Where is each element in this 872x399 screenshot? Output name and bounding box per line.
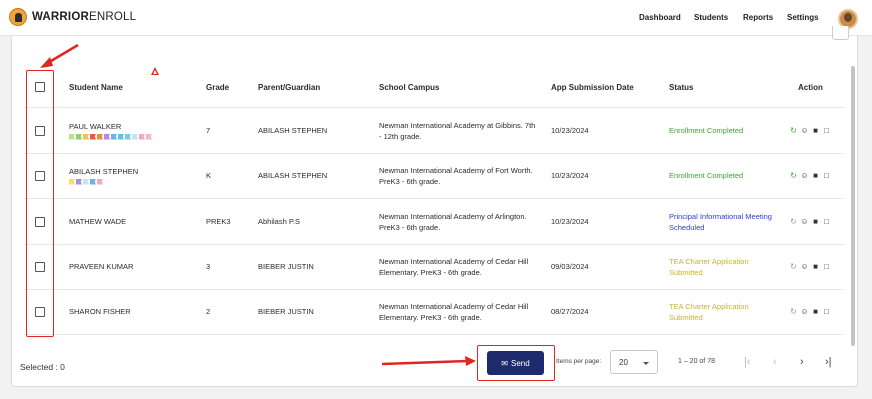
next-page-icon[interactable]: › <box>800 356 804 368</box>
items-per-page-label: Items per page: <box>556 358 602 365</box>
selected-count: Selected : 0 <box>20 362 65 372</box>
annotation-arrows <box>40 43 476 366</box>
items-per-page-value: 20 <box>619 358 628 367</box>
annotation-arrow-send <box>381 359 469 366</box>
previous-page-icon[interactable]: ‹ <box>773 356 777 368</box>
pagination-range: 1 – 20 of 78 <box>678 358 715 365</box>
send-button-label: Send <box>511 358 530 368</box>
items-per-page-select[interactable]: 20 <box>610 350 658 374</box>
first-page-icon[interactable]: |‹ <box>744 356 751 368</box>
last-page-icon[interactable]: ›| <box>825 356 832 368</box>
annotation-arrowhead-send <box>465 356 476 366</box>
annotation-arrowhead-checkbox <box>40 57 53 68</box>
mail-icon: ✉ <box>501 358 508 368</box>
send-button[interactable]: ✉ Send <box>487 351 544 375</box>
chevron-down-icon <box>643 362 649 365</box>
